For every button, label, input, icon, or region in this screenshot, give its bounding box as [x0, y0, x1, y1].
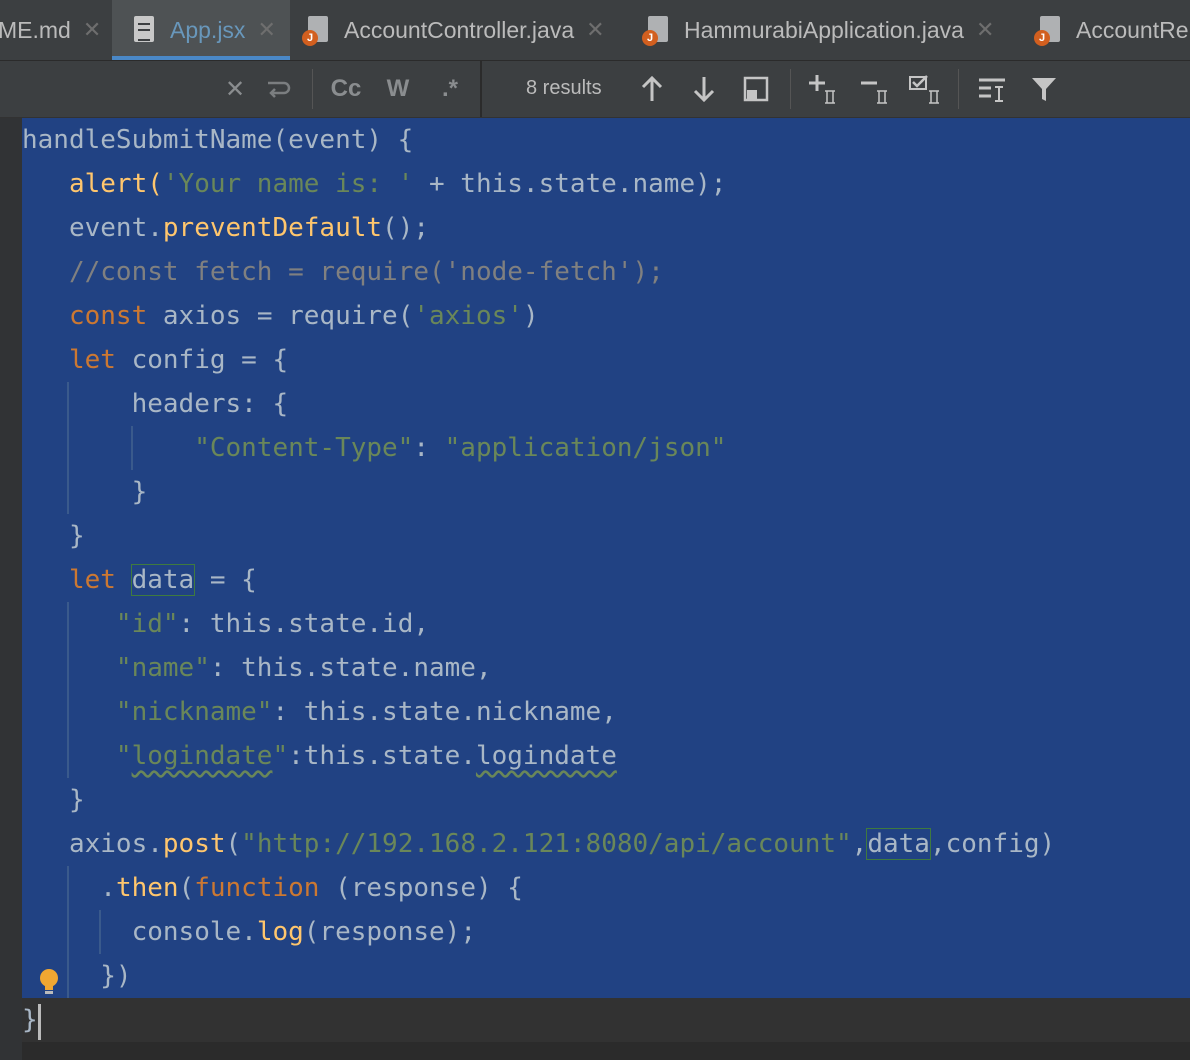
- tab-app-jsx[interactable]: App.jsx ✕: [112, 0, 290, 60]
- code-line-1: handleSubmitName(event) {: [22, 125, 414, 155]
- regex-button[interactable]: .*: [434, 71, 466, 107]
- new-line-icon[interactable]: [262, 71, 294, 107]
- select-all-occurrences-icon[interactable]: [906, 71, 944, 107]
- tab-account-repository[interactable]: J AccountRe: [1034, 0, 1189, 60]
- tab-readme[interactable]: ME.md ✕: [0, 0, 110, 60]
- previous-occurrence-icon[interactable]: [636, 71, 668, 107]
- java-file-icon: J: [1034, 16, 1062, 46]
- close-icon[interactable]: ✕: [976, 17, 994, 43]
- code-line-7: headers: {: [131, 389, 289, 419]
- java-file-icon: J: [302, 16, 330, 46]
- tab-hammurabi-application[interactable]: J HammurabiApplication.java ✕: [642, 0, 994, 60]
- code-line-5: const axios = require('axios'): [68, 301, 539, 331]
- whole-words-button[interactable]: W: [382, 71, 414, 107]
- code-line-4: //const fetch = require('node-fetch');: [68, 257, 664, 287]
- code-line-11: let data = {: [68, 564, 257, 596]
- code-line-10: }: [68, 521, 85, 551]
- filter-search-results-icon[interactable]: [974, 71, 1010, 107]
- close-icon[interactable]: ✕: [586, 17, 604, 43]
- caret-row-highlight: [22, 998, 1190, 1042]
- code-line-19: console.log(response);: [131, 917, 476, 947]
- code-line-12: "id": this.state.id,: [115, 609, 429, 639]
- tab-label: HammurabiApplication.java: [684, 16, 964, 43]
- tab-label: ME.md: [0, 16, 71, 43]
- code-line-15: "logindate":this.state.logindate: [115, 741, 617, 771]
- java-file-icon: J: [642, 16, 670, 46]
- code-line-6: let config = {: [68, 345, 289, 375]
- match-case-button[interactable]: Cc: [328, 71, 364, 107]
- find-toolbar: ✕ Cc W .* 8 results: [0, 61, 1190, 118]
- search-match: data: [130, 564, 196, 596]
- editor-gutter: [0, 118, 22, 1060]
- filter-icon[interactable]: [1028, 71, 1060, 107]
- code-line-9: }: [131, 477, 148, 507]
- lightbulb-icon[interactable]: [38, 968, 60, 998]
- next-occurrence-icon[interactable]: [688, 71, 720, 107]
- code-line-2: alert('Your name is: ' + this.state.name…: [68, 169, 727, 199]
- add-occurrence-icon[interactable]: [804, 71, 840, 107]
- clear-search-icon[interactable]: ✕: [222, 71, 248, 107]
- close-icon[interactable]: ✕: [257, 17, 275, 43]
- typo-warning: logindate: [475, 741, 617, 771]
- tab-account-controller[interactable]: J AccountController.java ✕: [302, 0, 605, 60]
- search-match: data: [866, 828, 931, 860]
- code-line-18: .then(function (response) {: [100, 873, 523, 903]
- tab-label: AccountRe: [1076, 16, 1189, 43]
- file-icon: [132, 16, 156, 44]
- remove-occurrence-icon[interactable]: [856, 71, 892, 107]
- code-line-8: "Content-Type": "application/json": [194, 433, 727, 463]
- code-line-14: "nickname": this.state.nickname,: [115, 697, 617, 727]
- tab-label: AccountController.java: [344, 16, 575, 43]
- text-caret: [38, 1004, 41, 1040]
- code-editor[interactable]: handleSubmitName(event) { alert('Your na…: [0, 118, 1190, 1060]
- open-in-window-icon[interactable]: [740, 71, 772, 107]
- typo-warning: logindate: [131, 741, 273, 771]
- code-line-17: axios.post("http://192.168.2.121:8080/ap…: [68, 828, 1056, 860]
- code-line-13: "name": this.state.name,: [115, 653, 492, 683]
- tab-label: App.jsx: [170, 16, 246, 43]
- search-results-count: 8 results: [526, 77, 602, 99]
- code-line-3: event.preventDefault();: [68, 213, 430, 243]
- close-icon[interactable]: ✕: [83, 17, 101, 43]
- code-line-21: }: [22, 1005, 38, 1035]
- code-line-16: }: [68, 785, 85, 815]
- editor-tab-bar: ME.md ✕ App.jsx ✕ J AccountController.ja…: [0, 0, 1190, 61]
